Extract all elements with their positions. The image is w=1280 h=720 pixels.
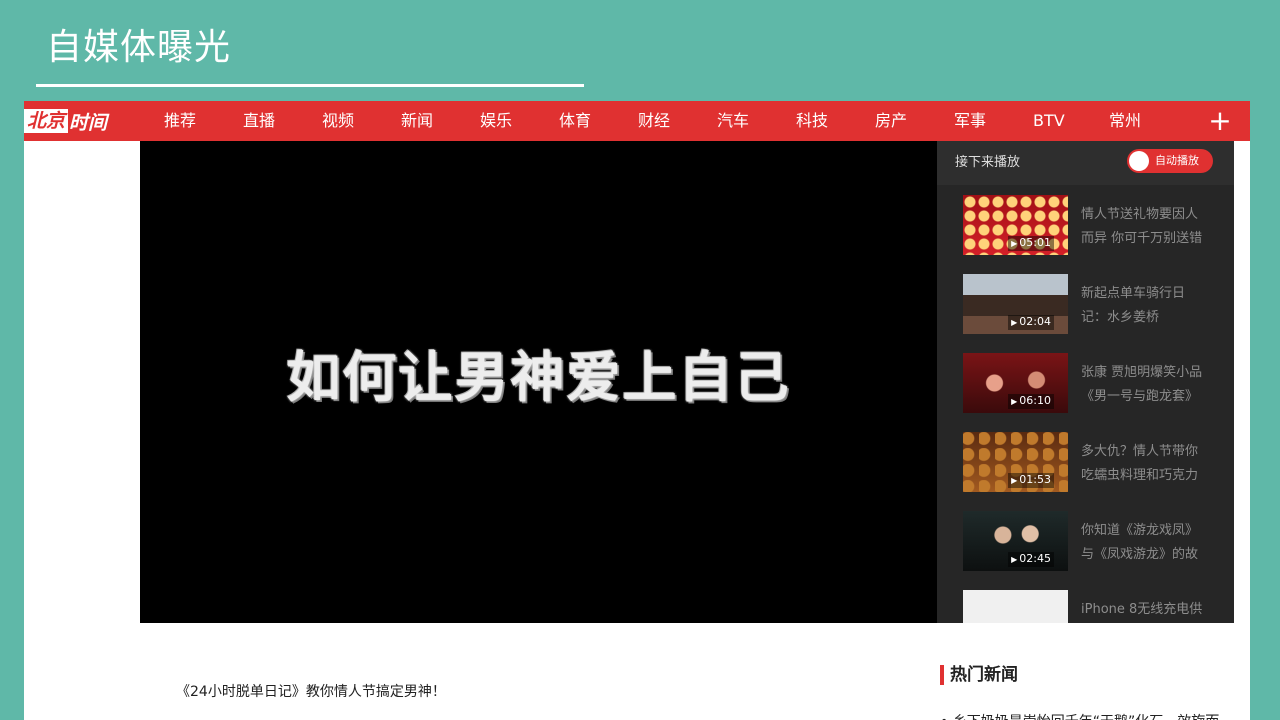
site-logo[interactable]: 北京 时间: [24, 107, 107, 135]
playlist-item-title: 张康 贾旭明爆笑小品 《男一号与跑龙套》: [1081, 365, 1203, 404]
up-next-header: 接下来播放 自动播放: [937, 141, 1234, 185]
playlist-item-title: 多大仇？情人节带你 吃蠕虫料理和巧克力: [1081, 444, 1199, 483]
toggle-knob: [1129, 151, 1149, 171]
nav-item-changzhou[interactable]: 常州: [1109, 101, 1141, 141]
playlist-item-title: 你知道《游龙戏凤》 与《凤戏游龙》的故: [1081, 523, 1199, 562]
autoplay-toggle[interactable]: 自动播放: [1127, 149, 1213, 173]
nav-item-auto[interactable]: 汽车: [717, 101, 749, 141]
duration-text: 05:01: [1019, 236, 1051, 249]
playlist-item-title: 情人节送礼物要因人 而异 你可千万别送错: [1081, 207, 1203, 246]
logo-part1: 北京: [24, 109, 69, 133]
playlist-item[interactable]: ▶ 02:45 你知道《游龙戏凤》 与《凤戏游龙》的故: [963, 511, 1223, 571]
title-underline: [36, 84, 584, 87]
video-thumbnail: ▶ 06:10: [963, 353, 1068, 413]
duration-text: 02:04: [1019, 315, 1051, 328]
video-player[interactable]: 如何让男神爱上自己: [140, 141, 937, 623]
playlist-item-title: 新起点单车骑行日 记：水乡姜桥: [1081, 286, 1186, 325]
up-next-heading: 接下来播放: [955, 155, 1021, 170]
nav-item-military[interactable]: 军事: [954, 101, 986, 141]
hot-news-item[interactable]: • 乡下奶奶是崇怡回千年“天鹅”化石，效旋而: [940, 711, 1219, 720]
playlist-item[interactable]: iPhone 8无线充电供: [963, 590, 1223, 623]
video-thumbnail: ▶ 02:45: [963, 511, 1068, 571]
duration-badge: ▶ 02:45: [1008, 552, 1054, 567]
logo-part2: 时间: [69, 111, 108, 134]
video-title-overlay: 如何让男神爱上自己: [286, 346, 791, 409]
nav-item-tech[interactable]: 科技: [796, 101, 828, 141]
duration-badge: ▶ 06:10: [1008, 394, 1054, 409]
video-thumbnail: ▶ 05:01: [963, 195, 1068, 255]
plus-icon[interactable]: +: [1206, 107, 1234, 135]
play-icon: ▶: [1011, 318, 1018, 327]
nav-item-video[interactable]: 视频: [322, 101, 354, 141]
playlist-item-title: iPhone 8无线充电供: [1081, 602, 1203, 617]
up-next-panel: 接下来播放 自动播放 ▶ 05:01 情人节送礼物要因人 而异 你可千万别送错 ▶…: [937, 141, 1234, 623]
play-icon: ▶: [1011, 476, 1018, 485]
duration-badge: ▶ 05:01: [1008, 236, 1054, 251]
duration-text: 01:53: [1019, 473, 1051, 486]
play-icon: ▶: [1011, 397, 1018, 406]
nav-item-entertainment[interactable]: 娱乐: [480, 101, 512, 141]
nav-item-finance[interactable]: 财经: [638, 101, 670, 141]
top-nav-bar: 北京 时间 推荐 直播 视频 新闻 娱乐 体育 财经 汽车 科技 房产 军事 B…: [24, 101, 1250, 141]
playlist-item[interactable]: ▶ 06:10 张康 贾旭明爆笑小品 《男一号与跑龙套》: [963, 353, 1223, 413]
playlist-item[interactable]: ▶ 01:53 多大仇？情人节带你 吃蠕虫料理和巧克力: [963, 432, 1223, 492]
nav-item-realestate[interactable]: 房产: [875, 101, 907, 141]
nav-item-recommend[interactable]: 推荐: [164, 101, 196, 141]
nav-item-sports[interactable]: 体育: [559, 101, 591, 141]
duration-text: 06:10: [1019, 394, 1051, 407]
nav-item-live[interactable]: 直播: [243, 101, 275, 141]
video-caption[interactable]: 《24小时脱单日记》教你情人节搞定男神！: [176, 681, 446, 701]
play-icon: ▶: [1011, 555, 1018, 564]
duration-text: 02:45: [1019, 552, 1051, 565]
duration-badge: ▶ 01:53: [1008, 473, 1054, 488]
video-thumbnail: [963, 590, 1068, 623]
slide-title: 自媒体曝光: [46, 27, 232, 68]
autoplay-label: 自动播放: [1155, 154, 1199, 167]
video-thumbnail: ▶ 01:53: [963, 432, 1068, 492]
duration-badge: ▶ 02:04: [1008, 315, 1054, 330]
website-screenshot: 北京 时间 推荐 直播 视频 新闻 娱乐 体育 财经 汽车 科技 房产 军事 B…: [24, 101, 1250, 720]
hot-news-heading: 热门新闻: [940, 665, 1018, 685]
playlist-item[interactable]: ▶ 02:04 新起点单车骑行日 记：水乡姜桥: [963, 274, 1223, 334]
playlist-item[interactable]: ▶ 05:01 情人节送礼物要因人 而异 你可千万别送错: [963, 195, 1223, 255]
video-thumbnail: ▶ 02:04: [963, 274, 1068, 334]
play-icon: ▶: [1011, 239, 1018, 248]
nav-item-btv[interactable]: BTV: [1033, 101, 1065, 141]
nav-item-news[interactable]: 新闻: [401, 101, 433, 141]
